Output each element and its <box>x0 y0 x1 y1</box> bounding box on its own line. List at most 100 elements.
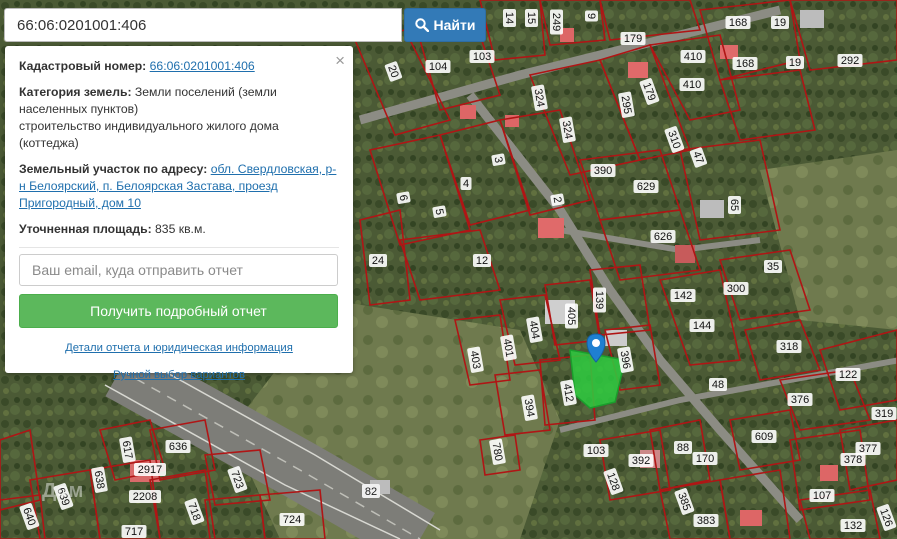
parcel-number-label: 405 <box>565 303 578 329</box>
parcel-label-text: 2208 <box>133 491 157 503</box>
parcel-number-label: 636 <box>165 440 191 453</box>
search-icon <box>414 18 429 32</box>
parcel-label-text: 609 <box>755 431 773 443</box>
parcel-label-text: 19 <box>774 17 786 29</box>
cadastral-number-link[interactable]: 66:06:0201001:406 <box>150 59 255 73</box>
parcel-number-label: 609 <box>751 430 777 443</box>
land-category-row: Категория земель: Земли поселений (земли… <box>19 84 339 152</box>
parcel-label-text: 410 <box>683 79 701 91</box>
parcel-label-text: 300 <box>727 283 745 295</box>
parcel-label-text: 48 <box>712 379 724 391</box>
get-report-button[interactable]: Получить подробный отчет <box>19 294 338 328</box>
parcel-label-text: 14 <box>503 12 515 24</box>
parcel-number-label: 35 <box>764 260 782 273</box>
parcel-number-label: 88 <box>674 441 692 454</box>
parcel-number-label: 14 <box>503 9 516 27</box>
parcel-label-text: 132 <box>844 520 862 532</box>
cadastral-number-label: Кадастровый номер: <box>19 59 147 73</box>
parcel-number-label: 3 <box>491 153 506 166</box>
parcel-number-label: 9 <box>585 10 598 22</box>
parcel-label-text: 9 <box>585 13 597 19</box>
parcel-label-text: 139 <box>593 291 605 309</box>
parcel-number-label: 4 <box>460 177 472 190</box>
parcel-label-text: 15 <box>525 12 537 24</box>
parcel-number-label: 104 <box>425 60 451 73</box>
parcel-label-text: 103 <box>587 445 605 457</box>
parcel-label-text: 4 <box>463 178 469 190</box>
parcel-label-text: 410 <box>684 51 702 63</box>
parcel-label-text: 390 <box>594 165 612 177</box>
parcel-number-label: 319 <box>871 407 897 420</box>
parcel-number-label: 168 <box>732 57 758 70</box>
parcel-number-label: 12 <box>473 254 491 267</box>
parcel-number-label: 2208 <box>129 490 161 503</box>
parcel-number-label: 249 <box>550 9 563 35</box>
parcel-label-text: 103 <box>473 51 491 63</box>
parcel-number-label: 383 <box>693 514 719 527</box>
parcel-label-text: 378 <box>844 454 862 466</box>
parcel-label-text: 636 <box>169 441 187 453</box>
parcel-number-label: 139 <box>593 287 606 313</box>
parcel-label-text: 629 <box>637 181 655 193</box>
email-field[interactable] <box>19 254 338 286</box>
parcel-label-text: 65 <box>728 199 740 211</box>
parcel-number-label: 48 <box>709 378 727 391</box>
parcel-number-label: 724 <box>279 513 305 526</box>
parcel-number-label: 179 <box>620 32 646 45</box>
parcel-number-label: 168 <box>725 16 751 29</box>
parcel-label-text: 12 <box>476 255 488 267</box>
parcel-label-text: 392 <box>632 455 650 467</box>
address-row: Земельный участок по адресу: обл. Свердл… <box>19 161 339 212</box>
report-details-link[interactable]: Детали отчета и юридическая информация <box>65 342 293 354</box>
parcel-label-text: 104 <box>429 61 447 73</box>
search-input[interactable] <box>4 8 402 42</box>
parcel-label-text: 626 <box>654 231 672 243</box>
parcel-number-label: 2 <box>550 193 565 206</box>
parcel-number-label: 65 <box>728 196 741 214</box>
parcel-number-label: 626 <box>650 230 676 243</box>
parcel-number-label: 142 <box>670 289 696 302</box>
parcel-label-text: 2917 <box>138 464 162 476</box>
parcel-number-label: 376 <box>787 393 813 406</box>
parcel-number-label: 6 <box>396 191 411 204</box>
parcel-label-text: 107 <box>813 490 831 502</box>
cadastral-number-row: Кадастровый номер: 66:06:0201001:406 <box>19 58 339 75</box>
area-value: 835 кв.м. <box>155 222 206 236</box>
parcel-number-label: 24 <box>369 254 387 267</box>
land-category-label: Категория земель: <box>19 85 132 99</box>
parcel-label-text: 88 <box>677 442 689 454</box>
parcel-number-label: 378 <box>840 453 866 466</box>
parcel-label-text: 170 <box>696 453 714 465</box>
parcel-label-text: 724 <box>283 514 301 526</box>
parcel-label-text: 292 <box>841 55 859 67</box>
parcel-label-text: 319 <box>875 408 893 420</box>
parcel-number-label: 144 <box>689 319 715 332</box>
parcel-number-label: 107 <box>809 489 835 502</box>
parcel-label-text: 24 <box>372 255 384 267</box>
parcel-label-text: 376 <box>791 394 809 406</box>
parcel-number-label: 292 <box>837 54 863 67</box>
parcel-number-label: 410 <box>679 78 705 91</box>
parcel-number-label: 103 <box>469 50 495 63</box>
parcel-number-label: 390 <box>590 164 616 177</box>
parcel-number-label: 410 <box>680 50 706 63</box>
land-purpose-value: строительство индивидуального жилого дом… <box>19 119 279 150</box>
road-number: 82 <box>365 486 377 498</box>
report-details-row: Детали отчета и юридическая информация <box>19 342 339 354</box>
parcel-label-text: 168 <box>736 58 754 70</box>
manual-selection-link[interactable]: Ручной выбор вариантов <box>113 369 245 381</box>
map-watermark: Дом <box>42 480 84 502</box>
search-button[interactable]: Найти <box>404 8 486 42</box>
parcel-number-label: 170 <box>692 452 718 465</box>
parcel-label-text: 144 <box>693 320 711 332</box>
parcel-number-label: 717 <box>121 525 147 538</box>
divider <box>19 247 339 248</box>
parcel-number-label: 15 <box>525 9 538 27</box>
close-icon[interactable]: × <box>335 52 345 69</box>
parcel-label-text: 383 <box>697 515 715 527</box>
parcel-label-text: 19 <box>789 57 801 69</box>
parcel-number-label: 318 <box>776 340 802 353</box>
parcel-label-text: 717 <box>125 526 143 538</box>
parcel-number-label: 122 <box>835 368 861 381</box>
parcel-number-label: 392 <box>628 454 654 467</box>
